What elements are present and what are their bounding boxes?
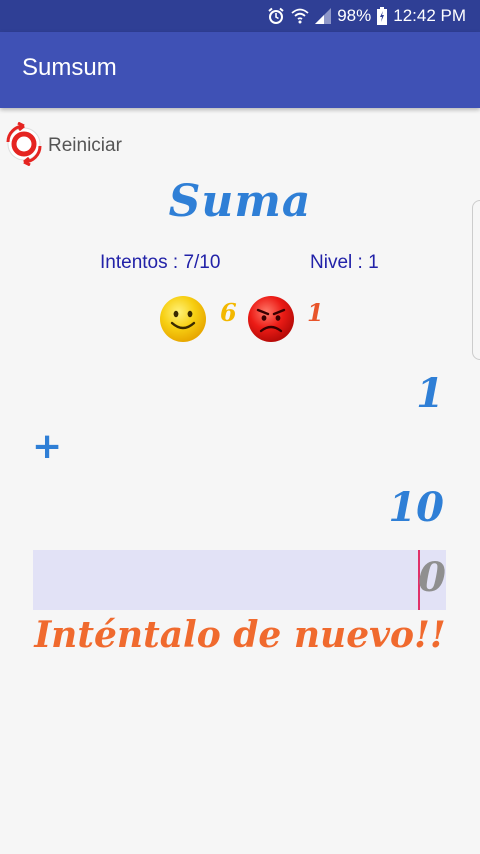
plus-operator: +	[32, 426, 63, 467]
battery-percent: 98%	[337, 6, 372, 25]
reset-button[interactable]: Reiniciar	[2, 121, 122, 170]
edge-panel-handle[interactable]	[472, 200, 480, 360]
happy-face-icon	[158, 294, 208, 348]
status-bar: 98% 12:42 PM	[0, 0, 480, 32]
reset-label: Reiniciar	[48, 135, 122, 156]
sad-face-icon	[246, 294, 296, 348]
answer-input[interactable]: 0	[33, 550, 446, 610]
attempts-counter: Intentos : 7/10	[100, 252, 221, 273]
wifi-icon	[291, 8, 309, 24]
refresh-icon	[2, 121, 46, 170]
clock: 12:42 PM	[393, 6, 466, 25]
second-operand: 10	[388, 484, 444, 531]
correct-count: 6	[220, 298, 237, 327]
app-bar: Sumsum	[0, 32, 480, 108]
feedback-message: Inténtalo de nuevo!!	[34, 614, 446, 656]
level-indicator: Nivel : 1	[310, 252, 379, 273]
battery-icon	[377, 7, 388, 25]
wrong-count: 1	[307, 298, 324, 327]
status-indicators: 98% 12:42 PM	[267, 0, 466, 32]
alarm-icon	[267, 7, 285, 25]
app-title: Sumsum	[22, 54, 117, 81]
first-operand: 1	[416, 370, 444, 417]
signal-icon	[315, 8, 332, 24]
game-title: Suma	[168, 176, 312, 227]
answer-placeholder: 0	[418, 554, 446, 601]
